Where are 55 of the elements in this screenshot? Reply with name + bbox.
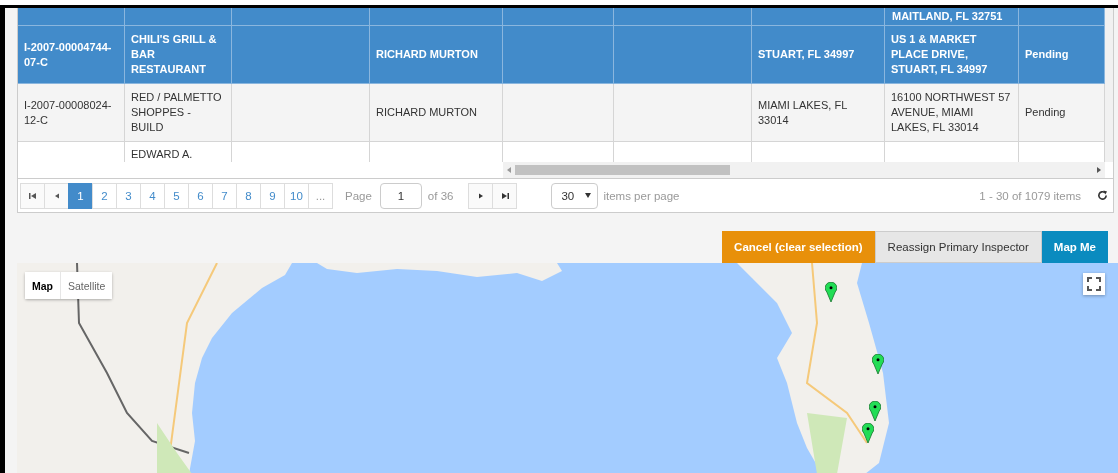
page-button[interactable]: 8 [236,182,261,209]
table-row[interactable]: I-2007-00008024-12-C RED / PALMETTO SHOPPES - BUILD RICHARD MURTON MIAMI LAKES, FL 33014 16100 NORTHWEST 57 AVENUE, MIAMI LAKES, FL 33014 Pending [18,84,1105,142]
table-cell: MIAMI LAKES, FL 33014 [752,84,885,142]
fullscreen-button[interactable] [1083,273,1105,295]
table-cell: CHILI'S GRILL & BAR RESTAURANT [125,26,232,84]
vertical-scrollbar[interactable] [1105,8,1113,162]
items-per-page-label: items per page [603,189,680,202]
map-type-button[interactable]: Satellite [60,272,113,299]
previous-page-button[interactable] [44,182,69,209]
page-button[interactable]: 1 [68,182,93,209]
table-cell: 16100 NORTHWEST 57 AVENUE, MIAMI LAKES, FL 33014 [885,84,1019,142]
map-type-button[interactable]: Map [25,272,60,299]
page-button[interactable]: 3 [116,182,141,209]
page-button[interactable]: 5 [164,182,189,209]
page-button[interactable]: 6 [188,182,213,209]
horizontal-scrollbar[interactable] [503,162,1105,178]
table-cell: STUART, FL 34997 [752,26,885,84]
page-button[interactable]: 9 [260,182,285,209]
page-input[interactable]: 1 [379,182,422,209]
more-pages-button[interactable]: ... [308,182,333,209]
first-page-button[interactable] [20,182,45,209]
table-cell: I-2007-00004744-07-C [18,26,125,84]
action-button[interactable]: Reassign Primary Inspector [874,231,1042,263]
next-icon [477,191,484,200]
last-page-button[interactable] [492,182,518,209]
action-button[interactable]: Map Me [1041,231,1108,263]
page-label: Page [345,189,372,202]
previous-icon [53,191,60,200]
table-cell: Pending [1019,26,1105,84]
table-row[interactable]: EDWARD A. [18,142,1105,162]
items-summary: 1 - 30 of 1079 items [979,189,1081,202]
table-cell: MAITLAND, FL 32751 [885,8,1019,26]
map-marker-icon[interactable] [872,354,884,374]
table-cell: I-2007-00008024-12-C [18,84,125,142]
page-count: of 36 [427,189,454,202]
table-cell: Pending [1019,84,1105,142]
table-row[interactable]: MAITLAND, FL 32751 [18,8,1105,26]
action-button[interactable]: Cancel (clear selection) [722,231,875,263]
table-cell: RICHARD MURTON [370,84,503,142]
page-size-select[interactable]: 30 [551,182,599,209]
table-cell: RICHARD MURTON [370,26,503,84]
page-button[interactable]: 2 [92,182,117,209]
page-button[interactable]: 7 [212,182,237,209]
table-row[interactable]: I-2007-00004744-07-C CHILI'S GRILL & BAR RESTAURANT RICHARD MURTON STUART, FL 34997 US 1 & MARKET PLACE DRIVE, STUART, FL 34997 Pending [18,26,1105,84]
last-page-icon [500,191,509,200]
first-page-icon [28,191,37,200]
map-marker-icon[interactable] [825,282,837,302]
table-cell: RED / PALMETTO SHOPPES - BUILD [125,84,232,142]
page-button[interactable]: 4 [140,182,165,209]
map-marker-icon[interactable] [869,401,881,421]
fullscreen-icon [1087,277,1101,291]
map-marker-icon[interactable] [862,423,874,443]
table-cell: US 1 & MARKET PLACE DRIVE, STUART, FL 34997 [885,26,1019,84]
refresh-icon[interactable] [1097,190,1108,201]
page-button[interactable]: 10 [284,182,309,209]
